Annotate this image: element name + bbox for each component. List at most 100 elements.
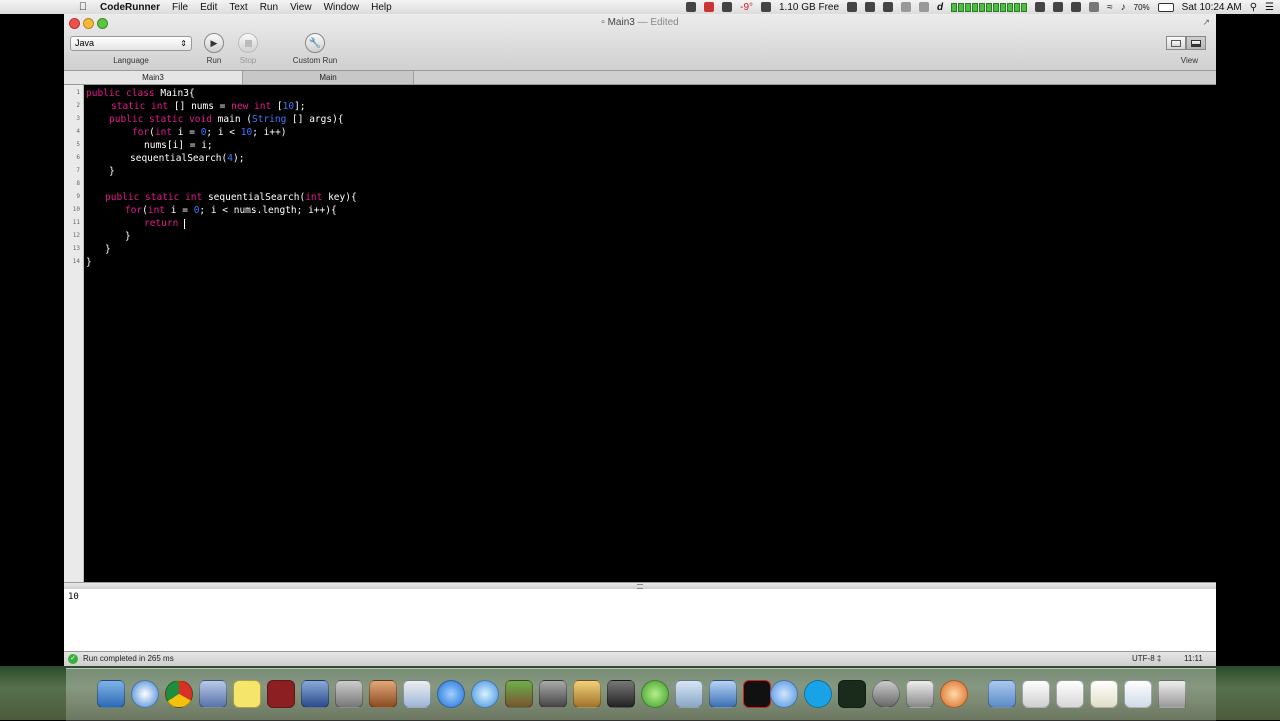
pen-tool-icon[interactable] [335,680,363,708]
truck-app-icon[interactable] [539,680,567,708]
numbers-icon[interactable] [403,680,431,708]
checkmark-icon: ✓ [68,654,78,664]
safari-icon[interactable] [131,680,159,708]
system-preferences-icon[interactable] [872,680,900,708]
spotlight-icon[interactable]: ⚲ [1250,2,1257,13]
run-button[interactable]: ▶ Run [203,33,225,65]
custom-run-button[interactable]: 🔧 Custom Run [288,33,342,65]
trash-icon[interactable] [1158,680,1186,708]
notification-icon[interactable] [919,2,930,12]
line-number: 10 [72,206,80,213]
memory-icon[interactable] [761,2,771,12]
console-output-pane[interactable]: 10 [64,589,1216,651]
image-capture-icon[interactable] [301,680,329,708]
phone-icon[interactable] [847,2,858,12]
quicktime-icon[interactable] [675,680,703,708]
stickies-icon[interactable] [233,680,261,708]
preview-icon[interactable] [199,680,227,708]
tab-main3[interactable]: Main3 [64,71,243,84]
status-bar: ✓ Run completed in 265 ms UTF-8 ‡ 11:11 [64,651,1216,667]
finder-icon[interactable] [97,680,125,708]
minecraft-icon[interactable] [505,680,533,708]
code-line: public static void main (String [] args)… [109,114,344,125]
menu-file[interactable]: File [172,2,188,13]
app-store-icon[interactable] [437,680,465,708]
move-icon[interactable] [1035,2,1046,12]
dictionary-icon[interactable]: d [937,2,943,13]
stop-label: Stop [239,56,257,65]
battery-percent[interactable]: 70% [1134,3,1150,12]
wifi-icon[interactable]: ≈ [1107,2,1113,13]
desktop-right [1216,14,1280,666]
temperature-readout[interactable]: -9° [740,2,753,13]
menu-run[interactable]: Run [260,2,278,13]
menu-window[interactable]: Window [324,2,360,13]
notification-center-icon[interactable]: ☰ [1265,2,1274,13]
line-number: 1 [76,89,80,96]
image-stack-icon[interactable] [1124,680,1152,708]
power-icon[interactable] [865,2,876,12]
dropbox-icon[interactable] [722,2,733,12]
bell-icon[interactable] [901,2,912,12]
spaces-icon[interactable] [1053,2,1064,12]
messages-icon[interactable] [770,680,798,708]
view-toggle [1166,36,1206,50]
window-title: ▫ Main3 — Edited [64,17,1216,28]
alert-icon[interactable] [883,2,894,12]
code-line: public class Main3{ [86,88,195,99]
downloads-stack-icon[interactable] [1056,680,1084,708]
view-split-button[interactable] [1186,36,1206,50]
app-menu[interactable]: CodeRunner [100,2,160,13]
volume-icon[interactable]: ♪ [1121,2,1126,13]
coderunner-window: ▫ Main3 — Edited ↗ Java ⇕ Language ▶ Run… [64,14,1216,667]
menu-edit[interactable]: Edit [200,2,217,13]
apple-menu-icon[interactable]:  [76,1,90,13]
bluetooth-icon[interactable] [1089,2,1100,12]
xcode-toolbox-icon[interactable] [573,680,601,708]
activity-monitor-icon[interactable] [838,680,866,708]
stop-button[interactable]: Stop [237,33,259,65]
encoding-select[interactable]: UTF-8 ‡ [1132,654,1161,663]
view-single-button[interactable] [1166,36,1186,50]
code-line: } [105,244,111,255]
tab-main[interactable]: Main [243,71,414,84]
skype-icon[interactable] [804,680,832,708]
clock[interactable]: Sat 10:24 AM [1182,2,1242,13]
firefox-icon[interactable] [940,680,968,708]
split-pane-icon [1191,39,1201,47]
line-number: 12 [72,232,80,239]
disk-free-readout[interactable]: 1.10 GB Free [779,2,839,13]
chrome-icon[interactable] [165,680,193,708]
dictionary-app-icon[interactable] [267,680,295,708]
code-editor[interactable]: public class Main3{ static int [] nums =… [84,85,1216,582]
leaf-app-icon[interactable] [641,680,669,708]
microphone-icon[interactable] [704,2,715,12]
menu-text[interactable]: Text [229,2,247,13]
chevron-updown-icon: ⇕ [180,39,187,48]
photo-booth-icon[interactable] [906,680,934,708]
terminal-icon[interactable] [743,680,771,708]
stop-icon [244,39,252,47]
code-line: return [144,217,186,230]
status-menus: -9° 1.10 GB Free d ≈ ♪ 70% Sat 10:24 AM … [686,0,1274,14]
tab-bar: Main3 Main [64,71,1216,85]
applications-folder-icon[interactable] [988,680,1016,708]
language-select[interactable]: Java ⇕ [70,36,192,51]
xcode-hammer-icon[interactable] [709,680,737,708]
keynote-icon[interactable] [369,680,397,708]
cpu-meter-icon[interactable] [951,2,1028,12]
fullscreen-icon[interactable]: ↗ [1202,17,1210,28]
code-line: } [86,257,92,268]
time-machine-icon[interactable] [1071,2,1082,12]
documents-stack-icon[interactable] [1022,680,1050,708]
itunes-icon[interactable] [471,680,499,708]
custom-run-label: Custom Run [292,56,338,65]
view-label: View [1180,56,1198,65]
battery-icon[interactable] [1157,2,1174,12]
menu-view[interactable]: View [290,2,312,13]
imovie-star-icon[interactable] [607,680,635,708]
tool-icon[interactable] [686,2,697,12]
menu-help[interactable]: Help [371,2,392,13]
run-label: Run [206,56,222,65]
file-stack-icon[interactable] [1090,680,1118,708]
